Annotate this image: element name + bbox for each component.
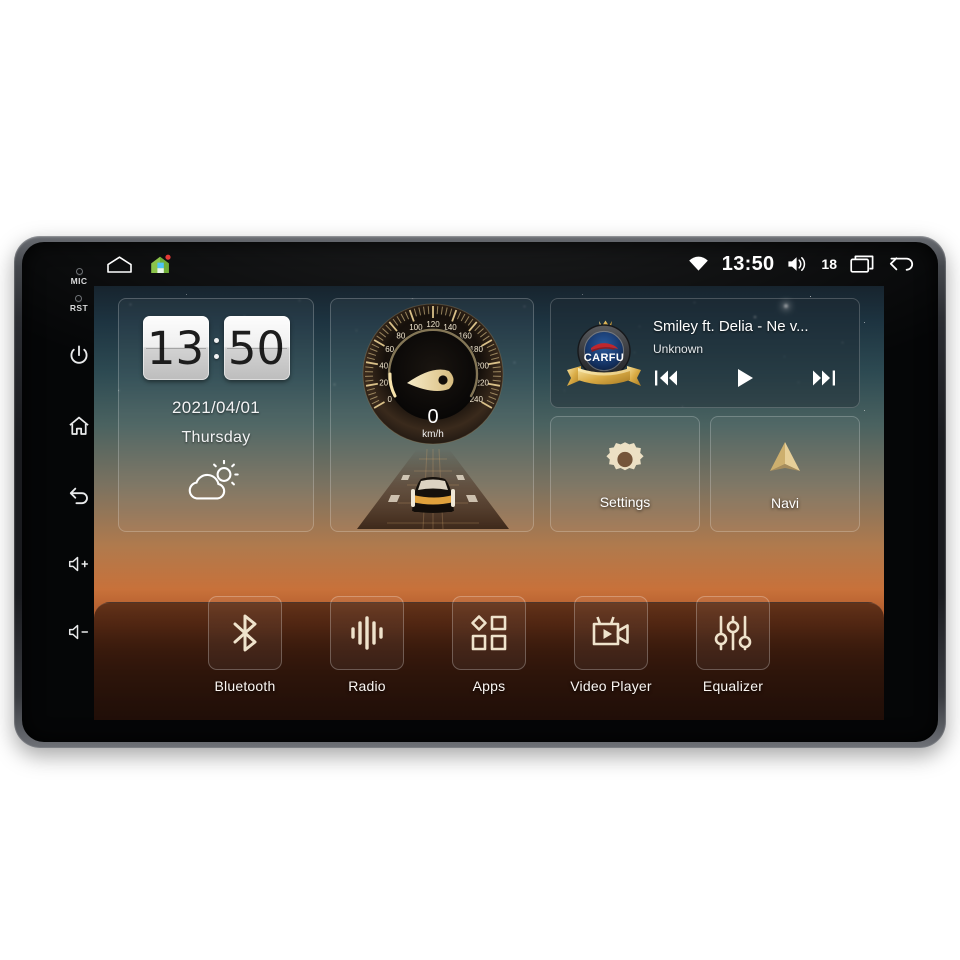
carfu-logo: CARFU (561, 310, 647, 396)
navi-tile-inner: Navi (711, 417, 859, 531)
video-camera-icon (589, 613, 633, 653)
volume-level: 18 (821, 256, 837, 272)
media-metadata: Smiley ft. Delia - Ne v... Unknown (647, 318, 849, 389)
video-player-app[interactable]: Video Player (564, 596, 658, 694)
navigation-arrow-icon (762, 437, 808, 483)
bluetooth-icon (225, 611, 265, 655)
apps-label: Apps (473, 678, 506, 694)
navi-tile[interactable]: Navi (710, 416, 860, 532)
status-bar-right: 13:50 18 (688, 253, 916, 276)
home-icon (66, 413, 92, 439)
road-scene: 020406080100 120 140160180200220240 0 km… (331, 299, 534, 532)
speedometer-widget[interactable]: 0 20 40 60 80 100 120 140 160 180 200 220 240 0 (330, 298, 534, 532)
radio-app[interactable]: Radio (320, 596, 414, 694)
partly-cloudy-icon (187, 460, 245, 502)
clock-minute: 50 (224, 316, 290, 380)
svg-text:20: 20 (379, 379, 388, 388)
clock-hour: 13 (143, 316, 209, 380)
equalizer-sliders-icon (712, 612, 754, 654)
reset-icon[interactable] (75, 295, 82, 302)
wifi-icon (688, 256, 709, 272)
apps-tile[interactable] (452, 596, 526, 670)
volume-icon[interactable] (787, 255, 808, 273)
colon-dot-top (214, 338, 219, 343)
carfu-badge-icon: CARFU (561, 310, 647, 396)
bluetooth-app[interactable]: Bluetooth (198, 596, 292, 694)
svg-text:0: 0 (387, 395, 392, 404)
apps-drawer[interactable]: Apps (442, 596, 536, 694)
media-player-widget[interactable]: CARFU Smiley ft. Delia - Ne v... Unknown (550, 298, 860, 408)
previous-track-button[interactable] (653, 368, 681, 388)
gear-icon (603, 438, 647, 482)
volume-up-icon (66, 551, 92, 577)
settings-tile[interactable]: Settings (550, 416, 700, 532)
bluetooth-tile[interactable] (208, 596, 282, 670)
power-button[interactable] (66, 343, 92, 369)
device-screen-glass: MIC RST 13:50 18 13 50 2021/04/01 Thursd… (22, 242, 938, 742)
media-row: CARFU Smiley ft. Delia - Ne v... Unknown (551, 299, 859, 407)
play-button[interactable] (733, 367, 757, 389)
navi-label: Navi (771, 495, 799, 511)
track-title: Smiley ft. Delia - Ne v... (653, 318, 845, 335)
home-outline-icon[interactable] (106, 255, 133, 274)
app-dock: Bluetooth Radio Apps Video Player Equali… (94, 588, 884, 720)
radio-tile[interactable] (330, 596, 404, 670)
settings-tile-inner: Settings (551, 417, 699, 531)
svg-text:CARFU: CARFU (584, 352, 625, 364)
flip-clock: 13 50 (119, 316, 313, 380)
status-bar: 13:50 18 (22, 242, 938, 286)
media-controls (653, 367, 845, 389)
track-artist: Unknown (653, 342, 845, 356)
radio-label: Radio (348, 678, 386, 694)
equalizer-label: Equalizer (703, 678, 763, 694)
equalizer-tile[interactable] (696, 596, 770, 670)
weather-row[interactable] (119, 460, 313, 502)
radio-waves-icon (346, 612, 388, 654)
house-app-icon[interactable] (149, 254, 171, 275)
next-track-button[interactable] (809, 368, 837, 388)
head-unit-device: MIC RST 13:50 18 13 50 2021/04/01 Thursd… (14, 236, 946, 748)
video-player-tile[interactable] (574, 596, 648, 670)
reset-hole[interactable]: RST (70, 295, 88, 313)
status-bar-left (106, 254, 171, 275)
back-button[interactable] (66, 483, 92, 509)
clock-date: 2021/04/01 (119, 398, 313, 418)
home-button[interactable] (66, 413, 92, 439)
power-icon (66, 343, 92, 369)
recents-icon[interactable] (850, 254, 875, 274)
svg-text:0: 0 (427, 406, 438, 428)
volume-up-button[interactable] (66, 551, 92, 577)
back-icon[interactable] (888, 254, 916, 274)
clock-colon (213, 338, 220, 359)
colon-dot-bottom (214, 354, 219, 359)
speedometer-graphic: 0 20 40 60 80 100 120 140 160 180 200 220 240 0 (331, 299, 533, 531)
reset-label: RST (70, 303, 88, 313)
video-player-label: Video Player (570, 678, 652, 694)
svg-text:120: 120 (426, 320, 440, 329)
back-arrow-icon (66, 483, 92, 509)
clock-weekday: Thursday (119, 429, 313, 447)
equalizer-app[interactable]: Equalizer (686, 596, 780, 694)
volume-down-button[interactable] (66, 619, 92, 645)
apps-grid-icon (468, 612, 510, 654)
status-time: 13:50 (722, 253, 775, 276)
clock-widget[interactable]: 13 50 2021/04/01 Thursday (118, 298, 314, 532)
svg-text:km/h: km/h (422, 429, 444, 440)
bluetooth-label: Bluetooth (215, 678, 276, 694)
volume-down-icon (66, 619, 92, 645)
home-screen: 13 50 2021/04/01 Thursday 0 20 40 60 80 … (94, 286, 884, 720)
settings-label: Settings (600, 494, 651, 510)
